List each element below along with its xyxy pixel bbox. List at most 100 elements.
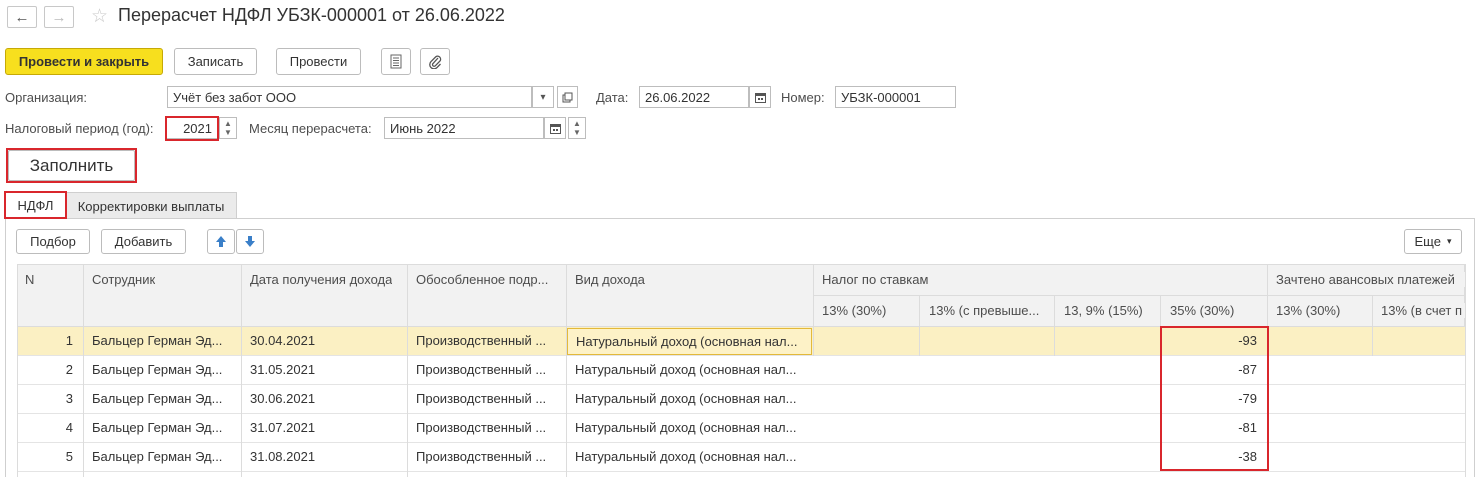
col-header-employee[interactable]: Сотрудник [92, 272, 156, 287]
cell-n[interactable]: 5 [17, 443, 83, 472]
report-button[interactable] [381, 48, 411, 75]
cell-employee[interactable]: Бальцер Герман Эд... [84, 356, 241, 385]
select-button[interactable]: Подбор [16, 229, 90, 254]
arrow-left-icon: ← [14, 8, 30, 26]
cell-n[interactable]: 2 [17, 356, 83, 385]
col-header-n[interactable]: N [25, 272, 35, 287]
tab-payment-corrections[interactable]: Корректировки выплаты [65, 192, 237, 219]
forward-button[interactable]: → [44, 6, 74, 28]
post-button[interactable]: Провести [276, 48, 361, 75]
cell-income-type[interactable]: Натуральный доход (основная нал... [567, 356, 813, 385]
paperclip-icon [429, 55, 442, 69]
cell-division[interactable]: Производственный ... [408, 356, 566, 385]
cell-division[interactable]: Производственный ... [408, 327, 566, 356]
calendar-icon [754, 92, 766, 103]
cell-n[interactable]: 1 [17, 327, 83, 356]
org-dropdown-button[interactable]: ▾ [532, 86, 554, 108]
arrow-down-icon [245, 236, 255, 247]
grid-line [1372, 327, 1373, 356]
grid-line [1054, 327, 1055, 356]
recalc-month-calendar-button[interactable] [544, 117, 566, 139]
cell-income-date[interactable]: 30.04.2021 [242, 327, 407, 356]
org-open-button[interactable] [557, 86, 578, 108]
tab-ndfl-highlight [4, 191, 67, 219]
cell-income-type[interactable]: Натуральный доход (основная нал... [567, 328, 812, 355]
tax-period-label: Налоговый период (год): [5, 121, 154, 136]
date-field[interactable]: 26.06.2022 [639, 86, 749, 108]
more-button[interactable]: Еще ▾ [1404, 229, 1462, 254]
star-icon[interactable]: ☆ [91, 5, 108, 28]
number-label: Номер: [781, 90, 825, 105]
page-title: Перерасчет НДФЛ УБЗК-000001 от 26.06.202… [118, 5, 505, 25]
open-window-icon [562, 92, 573, 102]
move-down-button[interactable] [236, 229, 264, 254]
document-icon [390, 54, 402, 69]
cell-employee[interactable]: Бальцер Герман Эд... [84, 327, 241, 356]
cell-income-date[interactable]: 31.05.2021 [242, 356, 407, 385]
grid-line [566, 264, 567, 327]
org-field[interactable]: Учёт без забот ООО [167, 86, 532, 108]
col-header-rate-13-excess[interactable]: 13% (с превыше... [929, 303, 1046, 318]
cell-income-date[interactable]: 30.06.2021 [242, 385, 407, 414]
grid-line [919, 327, 920, 356]
cell-income-date[interactable]: 31.07.2021 [242, 414, 407, 443]
grid-line [1160, 295, 1161, 327]
move-up-button[interactable] [207, 229, 235, 254]
col-header-income-date[interactable]: Дата получения дохода [250, 272, 393, 287]
cell-division[interactable]: Производственный ... [408, 443, 566, 472]
cell-income-type[interactable]: Натуральный доход (основная нал... [567, 443, 813, 472]
grid-line [813, 295, 1465, 296]
grid-line [1465, 264, 1466, 477]
rate-35-highlight [1160, 326, 1269, 471]
grid-line [241, 264, 242, 327]
cell-n[interactable]: 3 [17, 385, 83, 414]
col-header-adv-13-30[interactable]: 13% (30%) [1276, 303, 1341, 318]
fill-button-highlight [6, 148, 137, 183]
col-header-division[interactable]: Обособленное подр... [416, 272, 558, 287]
cell-income-type[interactable]: Натуральный доход (основная нал... [567, 414, 813, 443]
date-calendar-button[interactable] [749, 86, 771, 108]
grid-line [813, 327, 814, 356]
cell-employee[interactable]: Бальцер Герман Эд... [84, 443, 241, 472]
col-header-adv-13-account[interactable]: 13% (в счет п [1381, 303, 1465, 318]
spin-up-icon: ▲ [224, 119, 232, 128]
arrow-right-icon: → [51, 8, 67, 26]
org-label: Организация: [5, 90, 88, 105]
number-field[interactable]: УБЗК-000001 [835, 86, 956, 108]
grid-line [83, 264, 84, 327]
cell-division[interactable]: Производственный ... [408, 414, 566, 443]
recalc-month-field[interactable]: Июнь 2022 [384, 117, 544, 139]
back-button[interactable]: ← [7, 6, 37, 28]
tax-period-highlight [165, 116, 219, 141]
add-button[interactable]: Добавить [101, 229, 186, 254]
recalc-month-spinner[interactable]: ▲ ▼ [568, 117, 586, 139]
save-button[interactable]: Записать [174, 48, 257, 75]
cell-employee[interactable]: Бальцер Герман Эд... [84, 414, 241, 443]
col-header-credited-advances[interactable]: Зачтено авансовых платежей [1276, 272, 1465, 287]
tax-period-spinner[interactable]: ▲ ▼ [219, 117, 237, 139]
spin-down-icon: ▼ [224, 128, 232, 137]
cell-income-date[interactable]: 31.08.2021 [242, 443, 407, 472]
calendar-icon [549, 123, 561, 134]
chevron-down-icon: ▾ [1446, 236, 1452, 246]
attach-button[interactable] [420, 48, 450, 75]
col-header-rate-13-30[interactable]: 13% (30%) [822, 303, 887, 318]
cell-income-type[interactable]: Натуральный доход (основная нал... [567, 385, 813, 414]
grid-line [407, 264, 408, 327]
spin-up-icon: ▲ [573, 119, 581, 128]
date-label: Дата: [596, 90, 629, 105]
col-header-rate-13-9-15[interactable]: 13, 9% (15%) [1064, 303, 1143, 318]
col-header-income-type[interactable]: Вид дохода [575, 272, 645, 287]
recalc-month-label: Месяц перерасчета: [249, 121, 372, 136]
cell-n[interactable]: 4 [17, 414, 83, 443]
chevron-down-icon: ▾ [540, 91, 546, 103]
col-header-tax-by-rates[interactable]: Налог по ставкам [822, 272, 929, 287]
col-header-rate-35-30[interactable]: 35% (30%) [1170, 303, 1235, 318]
cell-employee[interactable]: Бальцер Герман Эд... [84, 385, 241, 414]
post-and-close-button[interactable]: Провести и закрыть [5, 48, 163, 75]
grid-line [1372, 295, 1373, 327]
cell-division[interactable]: Производственный ... [408, 385, 566, 414]
grid-line [919, 295, 920, 327]
arrow-up-icon [216, 236, 226, 247]
grid-line [1054, 295, 1055, 327]
